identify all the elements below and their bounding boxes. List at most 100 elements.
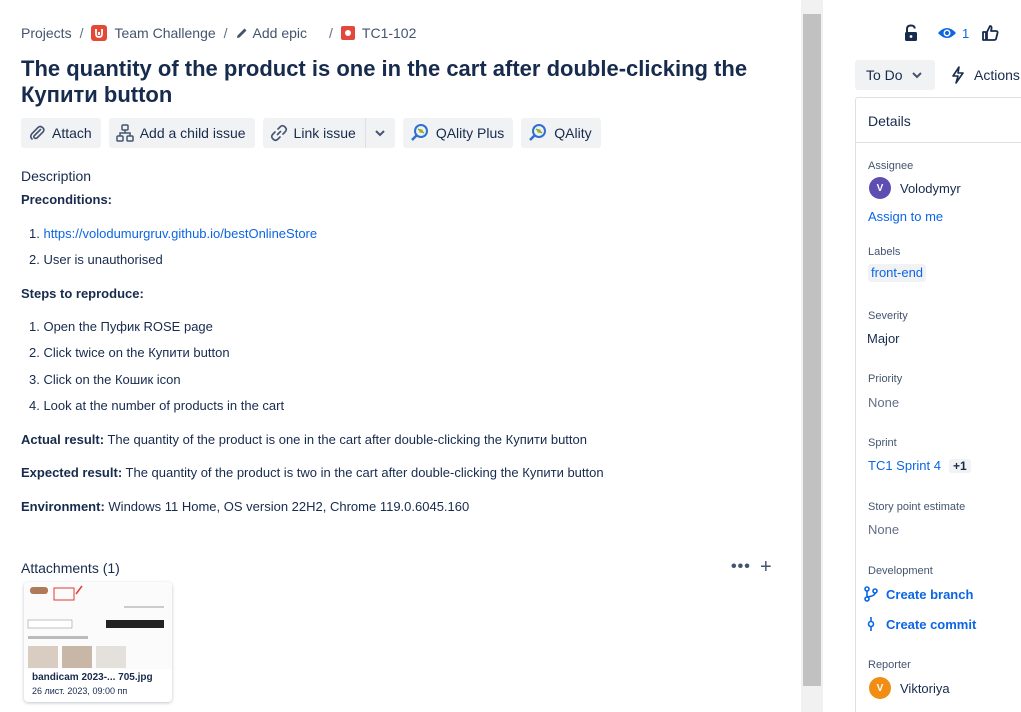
attachment-date: 26 лист. 2023, 09:00 пп bbox=[32, 686, 128, 696]
add-child-issue-label: Add a child issue bbox=[139, 125, 246, 141]
create-commit-label: Create commit bbox=[886, 616, 977, 632]
issue-header-actions: 1 bbox=[903, 22, 999, 44]
issue-title[interactable]: The quantity of the product is one in th… bbox=[21, 56, 761, 108]
qality-search-icon bbox=[410, 124, 428, 141]
attachments-heading: Attachments (1) bbox=[21, 560, 120, 576]
sprint-value[interactable]: TC1 Sprint 4 +1 bbox=[868, 458, 971, 473]
lightning-icon bbox=[952, 66, 964, 84]
chevron-down-icon bbox=[911, 72, 922, 79]
paperclip-icon bbox=[29, 125, 45, 140]
watch-button[interactable]: 1 bbox=[937, 26, 981, 41]
sprint-label: Sprint bbox=[868, 437, 897, 449]
link-icon bbox=[270, 124, 287, 142]
breadcrumb-separator: / bbox=[79, 25, 84, 41]
reporter-label: Reporter bbox=[868, 659, 911, 671]
attachment-thumbnail bbox=[24, 582, 172, 669]
priority-value[interactable]: None bbox=[868, 395, 899, 410]
qality-search-icon bbox=[529, 124, 547, 141]
expected-result: Expected result: The quantity of the pro… bbox=[21, 465, 604, 480]
severity-value[interactable]: Major bbox=[867, 331, 900, 346]
status-label: To Do bbox=[866, 67, 903, 83]
bug-icon bbox=[340, 26, 355, 40]
watch-count: 1 bbox=[962, 25, 970, 41]
breadcrumb-separator: / bbox=[223, 25, 228, 41]
breadcrumb-separator: / bbox=[329, 25, 333, 41]
link-issue-split-button: Link issue bbox=[262, 118, 395, 148]
qality-plus-label: QAlity Plus bbox=[435, 125, 505, 141]
commit-icon bbox=[867, 617, 875, 631]
description-heading: Description bbox=[21, 168, 92, 184]
attachments-add-button[interactable]: + bbox=[760, 556, 772, 579]
details-heading[interactable]: Details bbox=[856, 98, 1021, 143]
details-panel: Details Assignee V Volodymyr Assign to m… bbox=[855, 97, 1021, 712]
precondition-item: 1. https://volodumurgruv.github.io/bestO… bbox=[29, 226, 318, 241]
breadcrumb-projects[interactable]: Projects bbox=[21, 25, 72, 41]
expected-result-label: Expected result: bbox=[21, 465, 123, 480]
assignee-avatar: V bbox=[869, 177, 891, 199]
store-link[interactable]: https://volodumurgruv.github.io/bestOnli… bbox=[43, 226, 317, 241]
reporter-avatar: V bbox=[869, 677, 891, 699]
attachment-card[interactable]: bandicam 2023-... 705.jpg 26 лист. 2023,… bbox=[24, 582, 172, 702]
breadcrumb-issue-key-label: TC1-102 bbox=[361, 25, 417, 41]
breadcrumb-issue-key[interactable]: TC1-102 bbox=[340, 25, 417, 41]
status-dropdown[interactable]: To Do bbox=[855, 60, 935, 90]
attachment-filename: bandicam 2023-... 705.jpg bbox=[32, 672, 153, 683]
breadcrumb-project[interactable]: Team Challenge bbox=[91, 25, 216, 41]
attach-button[interactable]: Attach bbox=[21, 118, 101, 148]
environment: Environment: Windows 11 Home, OS version… bbox=[21, 499, 469, 514]
step-item: 2. Click twice on the Купити button bbox=[29, 345, 230, 360]
create-branch-link[interactable]: Create branch bbox=[864, 586, 973, 602]
assignee-label: Assignee bbox=[868, 160, 914, 172]
create-branch-label: Create branch bbox=[886, 586, 974, 602]
assignee-value[interactable]: Volodymyr bbox=[900, 181, 961, 196]
breadcrumb-add-epic-label: Add epic bbox=[252, 25, 308, 41]
priority-label: Priority bbox=[868, 373, 903, 385]
actual-result: Actual result: The quantity of the produ… bbox=[21, 432, 587, 447]
environment-label: Environment: bbox=[21, 499, 105, 514]
development-label: Development bbox=[868, 565, 933, 577]
preconditions-heading: Preconditions: bbox=[21, 192, 113, 207]
project-icon bbox=[91, 25, 108, 41]
issue-toolbar: Attach Add a child issue Link issue QAli… bbox=[21, 118, 609, 148]
attach-label: Attach bbox=[52, 125, 92, 141]
actions-label: Actions bbox=[974, 67, 1020, 83]
eye-icon bbox=[938, 28, 956, 38]
precondition-item: 2. User is unauthorised bbox=[29, 252, 163, 267]
add-child-issue-button[interactable]: Add a child issue bbox=[108, 118, 255, 148]
sprint-more-badge[interactable]: +1 bbox=[948, 459, 971, 473]
pencil-icon bbox=[236, 27, 248, 39]
actions-button[interactable]: Actions bbox=[950, 60, 1020, 90]
actual-result-label: Actual result: bbox=[21, 432, 105, 447]
scrollbar-thumb[interactable] bbox=[803, 14, 821, 686]
hierarchy-icon bbox=[115, 124, 134, 142]
step-item: 1. Open the Пуфик ROSE page bbox=[29, 319, 213, 334]
link-issue-dropdown-button[interactable] bbox=[364, 118, 395, 148]
label-chip[interactable]: front-end bbox=[868, 264, 927, 282]
like-icon[interactable] bbox=[981, 24, 999, 42]
issue-main-panel: Projects / Team Challenge / Add epic / T… bbox=[0, 0, 800, 712]
story-points-label: Story point estimate bbox=[868, 501, 966, 513]
step-item: 3. Click on the Кошик icon bbox=[29, 372, 181, 387]
qality-plus-button[interactable]: QAlity Plus bbox=[402, 118, 514, 148]
link-issue-label: Link issue bbox=[293, 125, 356, 141]
expected-result-text: The quantity of the product is two in th… bbox=[122, 465, 604, 480]
main-scrollbar[interactable] bbox=[801, 0, 823, 712]
reporter-value[interactable]: Viktoriya bbox=[900, 681, 950, 696]
attachments-more-button[interactable]: ••• bbox=[731, 558, 751, 576]
story-points-value[interactable]: None bbox=[868, 522, 899, 537]
lock-icon[interactable] bbox=[903, 24, 919, 42]
assign-to-me-link[interactable]: Assign to me bbox=[868, 209, 943, 224]
severity-label: Severity bbox=[868, 310, 908, 322]
sprint-link[interactable]: TC1 Sprint 4 bbox=[868, 458, 941, 473]
labels-label: Labels bbox=[868, 246, 901, 258]
qality-button[interactable]: QAlity bbox=[521, 118, 601, 148]
link-issue-button[interactable]: Link issue bbox=[262, 118, 365, 148]
breadcrumb-project-label: Team Challenge bbox=[114, 25, 216, 41]
breadcrumb-add-epic[interactable]: Add epic bbox=[236, 25, 307, 41]
environment-text: Windows 11 Home, OS version 22H2, Chrome… bbox=[104, 499, 470, 514]
qality-label: QAlity bbox=[554, 125, 592, 141]
steps-heading: Steps to reproduce: bbox=[21, 286, 144, 301]
branch-icon bbox=[864, 586, 878, 602]
create-commit-link[interactable]: Create commit bbox=[864, 616, 976, 632]
step-item: 4. Look at the number of products in the… bbox=[29, 398, 285, 413]
